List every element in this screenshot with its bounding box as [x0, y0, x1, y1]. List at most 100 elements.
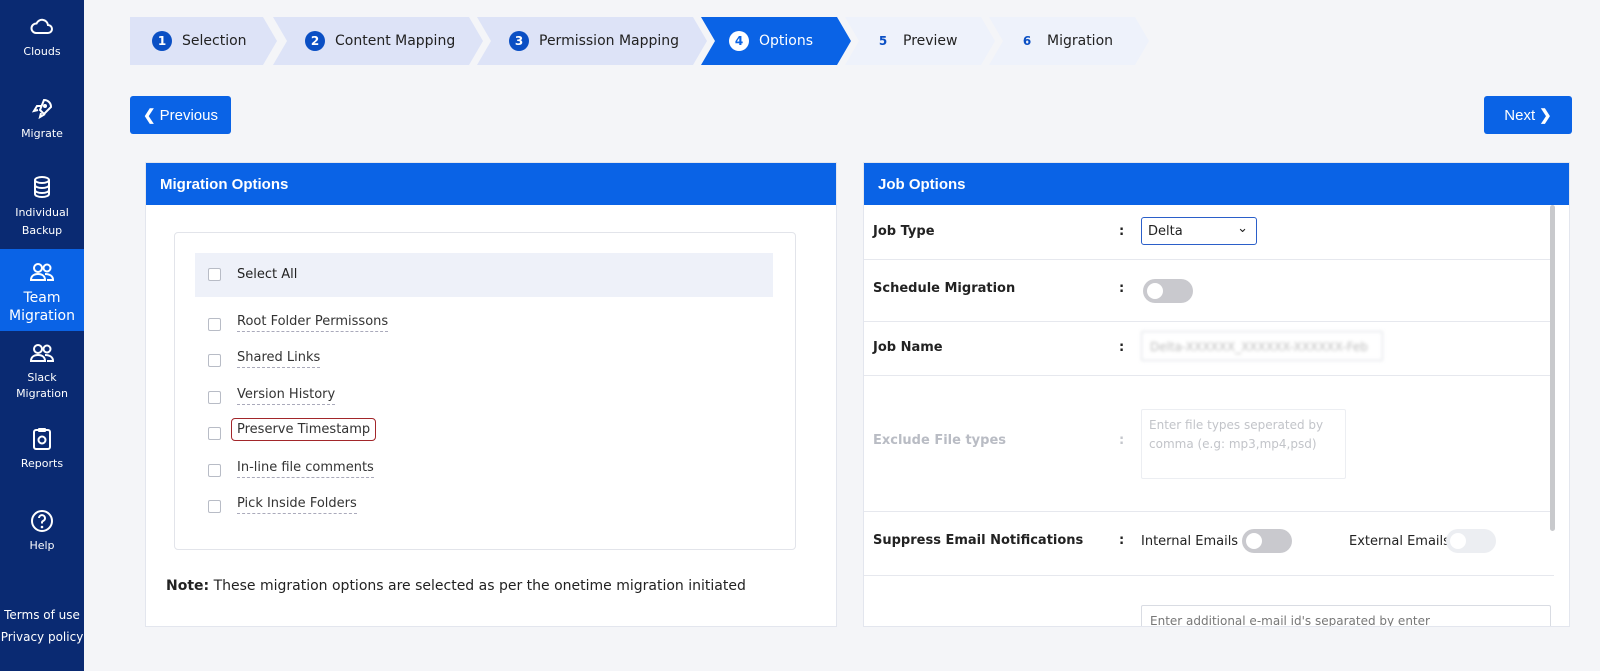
- job-options-panel: Job Options Job Type : Delta ⌄ Schedule …: [863, 162, 1570, 627]
- suppress-email-row: Suppress Email Notifications : Internal …: [864, 511, 1554, 576]
- terms-of-use-link[interactable]: Terms of use: [0, 608, 84, 622]
- migration-options-title: Migration Options: [146, 163, 836, 205]
- colon: :: [1119, 340, 1125, 355]
- sidebar-item-label: Migrate: [21, 127, 63, 140]
- pick-inside-folders-label: Pick Inside Folders: [237, 496, 357, 514]
- suppress-email-label: Suppress Email Notifications: [873, 533, 1084, 548]
- users-icon: [29, 263, 55, 281]
- schedule-migration-label: Schedule Migration: [873, 281, 1016, 296]
- sidebar-item-reports[interactable]: Reports: [0, 426, 84, 472]
- inline-file-comments-label: In-line file comments: [237, 460, 374, 478]
- version-history-checkbox[interactable]: [208, 391, 221, 404]
- external-emails-label: External Emails: [1349, 534, 1450, 549]
- inline-file-comments-checkbox[interactable]: [208, 464, 221, 477]
- colon: :: [1119, 281, 1125, 296]
- job-name-label: Job Name: [873, 340, 943, 355]
- sidebar: Clouds Migrate Individual Backup Team Mi…: [0, 0, 84, 671]
- colon: :: [1119, 224, 1125, 239]
- job-type-value: Delta: [1148, 223, 1183, 239]
- step-label: Permission Mapping: [539, 33, 680, 49]
- step-number: 3: [509, 31, 529, 51]
- preserve-timestamp-label: Preserve Timestamp: [231, 418, 377, 441]
- cloud-icon: [30, 18, 53, 34]
- next-label: Next: [1504, 106, 1536, 124]
- step-migration[interactable]: 6 Migration: [989, 17, 1149, 65]
- previous-button[interactable]: ❮ Previous: [130, 96, 231, 134]
- root-folder-permissions-checkbox[interactable]: [208, 318, 221, 331]
- job-type-row: Job Type : Delta ⌄: [864, 205, 1554, 260]
- scrollbar[interactable]: [1550, 205, 1555, 531]
- note-bold: Note:: [166, 578, 210, 594]
- job-type-select[interactable]: Delta ⌄: [1141, 217, 1257, 245]
- migration-options-panel: Migration Options Select All Root Folder…: [145, 162, 837, 627]
- toggle-knob: [1246, 533, 1262, 549]
- exclude-file-types-row: Exclude File types : Enter file types se…: [864, 375, 1554, 512]
- root-folder-permissions-label: Root Folder Permissons: [237, 314, 389, 332]
- step-preview[interactable]: 5 Preview: [845, 17, 995, 65]
- step-options[interactable]: 4 Options: [701, 17, 851, 65]
- shared-links-label: Shared Links: [237, 350, 321, 368]
- chevron-left-icon: ❮: [143, 107, 156, 124]
- schedule-migration-row: Schedule Migration :: [864, 259, 1554, 322]
- step-number: 2: [305, 31, 325, 51]
- job-name-input[interactable]: Delta-XXXXXX_XXXXXX-XXXXXX-Feb: [1141, 331, 1383, 361]
- sidebar-item-label: Slack Migration: [16, 371, 68, 400]
- additional-emails-input[interactable]: Enter additional e-mail id's separated b…: [1141, 605, 1551, 626]
- help-icon: [31, 510, 53, 532]
- sidebar-item-slack-migration[interactable]: Slack Migration: [0, 340, 84, 402]
- step-permission-mapping[interactable]: 3 Permission Mapping: [477, 17, 707, 65]
- clipboard-icon: [33, 428, 51, 450]
- colon: :: [1119, 433, 1125, 448]
- select-all-label: Select All: [237, 267, 298, 282]
- internal-emails-toggle[interactable]: [1242, 529, 1292, 553]
- select-all-row: Select All: [195, 253, 773, 297]
- database-icon: [34, 176, 50, 199]
- job-options-title: Job Options: [864, 163, 1569, 205]
- next-button[interactable]: Next ❯: [1484, 96, 1572, 134]
- sidebar-item-team-migration[interactable]: Team Migration: [0, 249, 84, 331]
- step-selection[interactable]: 1 Selection: [130, 17, 277, 65]
- toggle-knob: [1147, 283, 1163, 299]
- privacy-policy-link[interactable]: Privacy policy: [0, 630, 84, 644]
- users-icon: [29, 344, 55, 362]
- sidebar-item-help[interactable]: Help: [0, 508, 84, 554]
- options-list: Select All Root Folder Permissons Shared…: [174, 232, 796, 550]
- step-label: Preview: [903, 33, 958, 49]
- chevron-right-icon: ❯: [1539, 107, 1552, 124]
- sidebar-item-label: Clouds: [23, 45, 61, 58]
- select-all-checkbox[interactable]: [208, 268, 221, 281]
- sidebar-item-label: Team Migration: [8, 290, 75, 324]
- stepper: 1 Selection 2 Content Mapping 3 Permissi…: [130, 17, 1170, 65]
- sidebar-item-label: Help: [29, 539, 55, 552]
- step-label: Options: [759, 33, 814, 49]
- step-label: Selection: [182, 33, 247, 49]
- step-content-mapping[interactable]: 2 Content Mapping: [273, 17, 483, 65]
- external-emails-toggle[interactable]: [1446, 529, 1496, 553]
- version-history-label: Version History: [237, 387, 336, 405]
- internal-emails-label: Internal Emails: [1141, 534, 1239, 549]
- step-label: Migration: [1047, 33, 1114, 49]
- chevron-down-icon: ⌄: [1237, 221, 1248, 236]
- exclude-file-types-label: Exclude File types: [873, 433, 1007, 448]
- rocket-icon: [31, 98, 53, 120]
- schedule-migration-toggle[interactable]: [1143, 279, 1193, 303]
- previous-label: Previous: [159, 106, 218, 124]
- shared-links-checkbox[interactable]: [208, 354, 221, 367]
- step-number: 4: [729, 31, 749, 51]
- sidebar-item-migrate[interactable]: Migrate: [0, 96, 84, 142]
- step-number: 5: [878, 34, 888, 48]
- sidebar-item-clouds[interactable]: Clouds: [0, 14, 84, 60]
- step-label: Content Mapping: [335, 33, 456, 49]
- exclude-file-types-input[interactable]: Enter file types seperated by comma (e.g…: [1141, 409, 1346, 479]
- step-number: 1: [152, 31, 172, 51]
- preserve-timestamp-checkbox[interactable]: [208, 427, 221, 440]
- sidebar-item-label: Reports: [20, 457, 64, 470]
- job-name-row: Job Name : Delta-XXXXXX_XXXXXX-XXXXXX-Fe…: [864, 321, 1554, 376]
- sidebar-item-individual-backup[interactable]: Individual Backup: [0, 174, 84, 240]
- step-number: 6: [1022, 34, 1032, 48]
- toggle-knob: [1450, 533, 1466, 549]
- sidebar-item-label: Individual Backup: [15, 206, 69, 237]
- job-type-label: Job Type: [873, 224, 935, 239]
- pick-inside-folders-checkbox[interactable]: [208, 500, 221, 513]
- migration-note: Note: These migration options are select…: [166, 578, 746, 594]
